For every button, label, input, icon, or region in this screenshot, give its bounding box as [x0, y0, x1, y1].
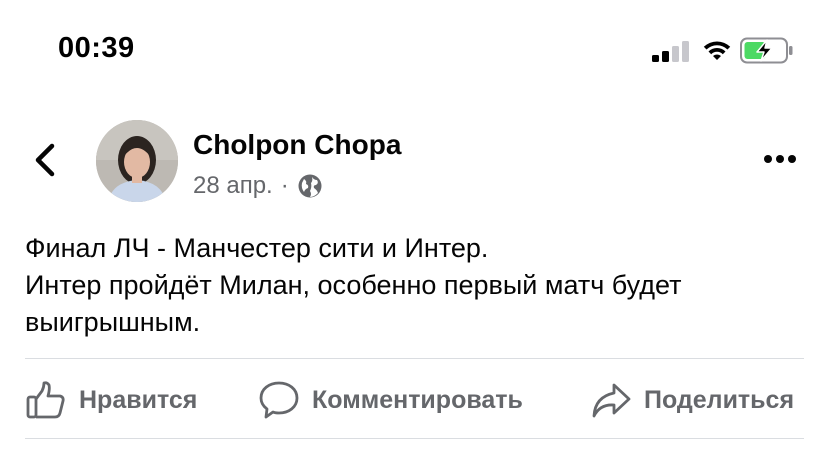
divider [25, 438, 804, 439]
comment-bubble-icon [259, 381, 299, 419]
wifi-icon [703, 41, 731, 60]
author-name[interactable]: Cholpon Chopa [193, 129, 401, 161]
post-text-line: выигрышным. [25, 307, 201, 337]
meta-separator: · [280, 172, 289, 199]
more-options-button[interactable] [762, 152, 798, 166]
globe-icon [298, 174, 322, 198]
like-label: Нравится [79, 385, 198, 414]
post-date[interactable]: 28 апр. [193, 172, 273, 200]
divider [25, 358, 804, 359]
comment-button[interactable]: Комментировать [258, 375, 523, 425]
share-button[interactable]: Поделиться [590, 375, 794, 425]
avatar[interactable] [96, 120, 178, 202]
status-time: 00:39 [58, 32, 135, 64]
share-label: Поделиться [644, 385, 795, 414]
post-text: Финал ЛЧ - Манчестер сити и Интер. Интер… [25, 230, 815, 341]
back-button[interactable] [30, 142, 60, 178]
thumbs-up-icon [26, 381, 65, 419]
cellular-signal-icon [652, 40, 690, 62]
comment-label: Комментировать [312, 385, 523, 414]
post-text-line: Интер пройдёт Милан, особенно первый мат… [25, 270, 682, 300]
battery-charging-icon [740, 37, 793, 64]
profile-photo [96, 120, 178, 202]
post-text-line: Финал ЛЧ - Манчестер сити и Интер. [25, 233, 489, 263]
post-meta: 28 апр. · [193, 172, 323, 200]
like-button[interactable]: Нравится [25, 375, 197, 425]
share-arrow-icon [592, 383, 631, 418]
